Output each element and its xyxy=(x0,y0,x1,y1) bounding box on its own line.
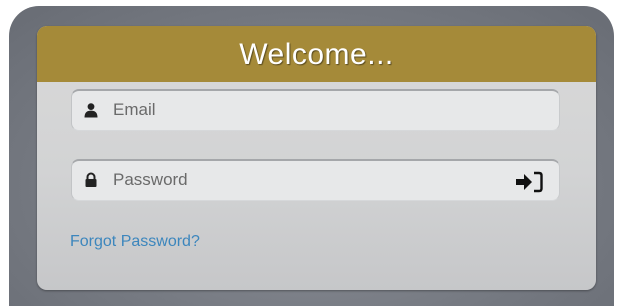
lock-icon xyxy=(85,172,97,187)
login-card: Welcome... Forgot Password? xyxy=(37,26,596,290)
sign-in-icon xyxy=(516,171,543,193)
email-input[interactable] xyxy=(113,91,493,129)
email-field-container xyxy=(71,89,560,131)
user-icon xyxy=(84,103,98,118)
password-field-container xyxy=(71,159,560,201)
welcome-title: Welcome... xyxy=(239,38,394,71)
password-input[interactable] xyxy=(113,161,493,199)
forgot-password-link[interactable]: Forgot Password? xyxy=(70,233,200,251)
login-card-header: Welcome... xyxy=(37,26,596,82)
login-submit-button[interactable] xyxy=(515,170,543,194)
